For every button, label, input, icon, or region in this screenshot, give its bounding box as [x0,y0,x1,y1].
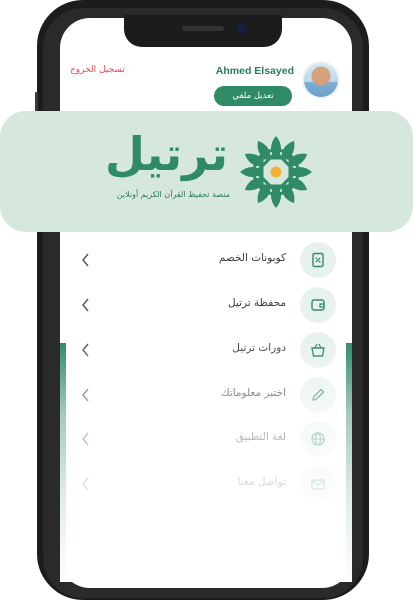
screen-accent-right [346,343,352,588]
chevron-left-icon [82,477,89,491]
menu-item-contact[interactable]: تواصل معنا [80,466,342,504]
speaker-grille [182,26,224,31]
menu-item-label: دورات ترتيل [232,342,286,354]
edit-profile-button[interactable]: تعديل ملفي [214,86,292,106]
menu-item-courses[interactable]: دورات ترتيل [80,332,342,370]
pencil-icon [300,377,336,413]
profile-name: Ahmed Elsayed [215,65,294,77]
wallet-icon [300,287,336,323]
chevron-left-icon [82,343,89,357]
menu-item-label: اختبر معلوماتك [220,387,286,399]
avatar[interactable] [302,61,340,99]
menu-item-coupons[interactable]: كوبونات الخصم [80,242,342,280]
menu-item-label: تواصل معنا [237,476,286,488]
menu-item-label: محفظة ترتيل [227,297,286,309]
menu-item-label: لغة التطبيق [235,431,286,443]
phone-notch [124,15,282,47]
chevron-left-icon [82,298,89,312]
chevron-left-icon [82,388,89,402]
coupon-icon [300,242,336,278]
phone-side-button [35,92,38,112]
brand-name: ترتيل [105,127,228,181]
menu-item-language[interactable]: لغة التطبيق [80,421,342,459]
menu-item-wallet[interactable]: محفظة ترتيل [80,287,342,325]
menu-item-label: كوبونات الخصم [218,252,286,264]
globe-icon [300,421,336,457]
chevron-left-icon [82,432,89,446]
menu-item-quiz[interactable]: اختبر معلوماتك [80,377,342,415]
chevron-left-icon [82,253,89,267]
front-camera [237,24,246,33]
brand-tagline: منصة تحفيظ القرآن الكريم أونلاين [116,190,230,199]
mail-icon [300,466,336,502]
basket-icon [300,332,336,368]
screen-accent-left [60,343,66,588]
logout-link[interactable]: تسجيل الخروج [70,65,125,75]
brand-logo-icon [236,136,316,212]
